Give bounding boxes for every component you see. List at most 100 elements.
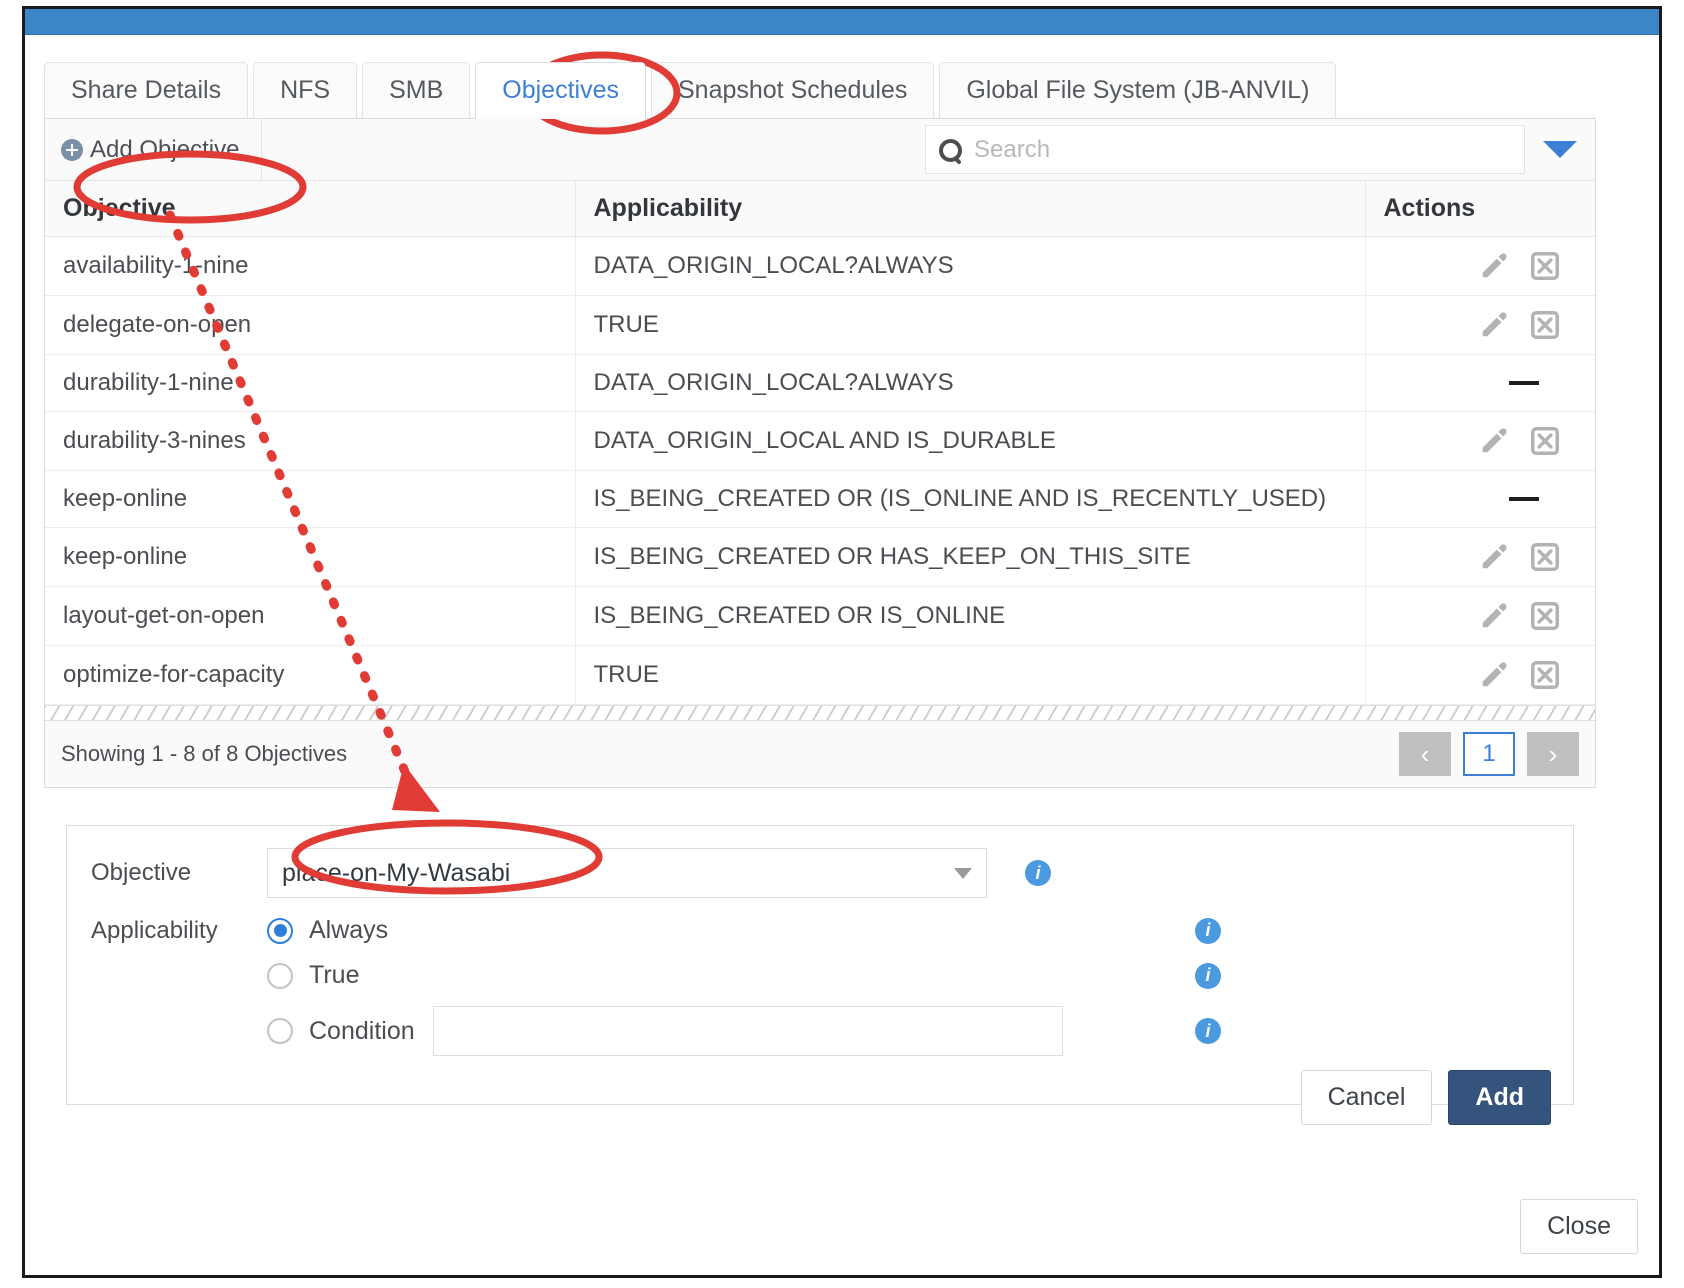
- cell-objective: layout-get-on-open: [45, 586, 576, 646]
- search-icon: [938, 138, 962, 162]
- edit-pencil-icon[interactable]: [1479, 426, 1509, 456]
- cell-actions: [1365, 586, 1595, 646]
- cell-actions: [1365, 470, 1595, 528]
- cell-objective: keep-online: [45, 470, 576, 528]
- add-objective-button[interactable]: Add Objective: [45, 119, 263, 180]
- filter-dropdown-button[interactable]: [1525, 119, 1595, 180]
- pagination-next-button[interactable]: ›: [1527, 732, 1579, 776]
- info-icon-condition[interactable]: i: [1195, 1018, 1221, 1044]
- add-button[interactable]: Add: [1448, 1070, 1551, 1125]
- close-button[interactable]: Close: [1520, 1199, 1638, 1254]
- objectives-table: Objective Applicability Actions availabi…: [45, 181, 1595, 705]
- table-row[interactable]: layout-get-on-open IS_BEING_CREATED OR IS…: [45, 586, 1595, 646]
- cell-actions: [1365, 645, 1595, 705]
- radio-condition[interactable]: [267, 1018, 293, 1044]
- chevron-down-icon: [1543, 141, 1577, 158]
- condition-input[interactable]: [432, 1006, 1063, 1056]
- chevron-down-icon: [954, 867, 972, 879]
- table-row[interactable]: keep-online IS_BEING_CREATED OR HAS_KEEP_…: [45, 527, 1595, 587]
- cell-objective: availability-1-nine: [45, 236, 576, 296]
- pagination-page-1[interactable]: 1: [1463, 732, 1515, 776]
- edit-pencil-icon[interactable]: [1479, 601, 1509, 631]
- edit-pencil-icon[interactable]: [1479, 660, 1509, 690]
- applicability-field-label: Applicability: [91, 916, 218, 944]
- screenshot-root: Share Details NFS SMB Objectives Snapsho…: [0, 0, 1684, 1288]
- cell-applicability: TRUE: [575, 295, 1366, 355]
- cell-actions: [1365, 527, 1595, 587]
- cell-applicability: DATA_ORIGIN_LOCAL AND IS_DURABLE: [575, 411, 1366, 471]
- no-actions-dash: [1509, 381, 1539, 385]
- cell-actions: [1365, 236, 1595, 296]
- delete-x-icon[interactable]: [1531, 311, 1559, 339]
- dialog-title-bar: [25, 9, 1659, 35]
- cell-objective: keep-online: [45, 527, 576, 587]
- cell-actions: [1365, 411, 1595, 471]
- cell-objective: durability-3-nines: [45, 411, 576, 471]
- table-row[interactable]: optimize-for-capacity TRUE: [45, 645, 1595, 705]
- cell-applicability: IS_BEING_CREATED OR (IS_ONLINE AND IS_RE…: [575, 470, 1366, 528]
- cell-actions: [1365, 354, 1595, 412]
- add-objective-form: Objective place-on-My-Wasabi i Applicabi…: [66, 825, 1574, 1125]
- tab-global-file-system[interactable]: Global File System (JB-ANVIL): [939, 62, 1337, 118]
- info-icon-always[interactable]: i: [1195, 917, 1221, 944]
- cell-objective: durability-1-nine: [45, 354, 576, 412]
- pagination-prev-button[interactable]: ‹: [1399, 732, 1451, 776]
- tab-bar: Share Details NFS SMB Objectives Snapsho…: [44, 55, 1596, 119]
- delete-x-icon[interactable]: [1531, 661, 1559, 689]
- tab-nfs[interactable]: NFS: [253, 62, 358, 118]
- edit-pencil-icon[interactable]: [1479, 251, 1509, 281]
- cell-applicability: DATA_ORIGIN_LOCAL?ALWAYS: [575, 354, 1366, 412]
- cell-applicability: TRUE: [575, 645, 1366, 705]
- radio-always[interactable]: [267, 917, 293, 944]
- table-row[interactable]: durability-3-nines DATA_ORIGIN_LOCAL AND …: [45, 411, 1595, 471]
- showing-count-label: Showing 1 - 8 of 8 Objectives: [61, 741, 348, 766]
- table-row[interactable]: availability-1-nine DATA_ORIGIN_LOCAL?ALW…: [45, 236, 1595, 296]
- delete-x-icon[interactable]: [1531, 543, 1559, 571]
- cell-objective: optimize-for-capacity: [45, 645, 576, 705]
- delete-x-icon[interactable]: [1531, 602, 1559, 630]
- form-action-buttons: Cancel Add: [67, 1070, 1573, 1125]
- edit-pencil-icon[interactable]: [1479, 310, 1509, 340]
- column-header-actions: Actions: [1365, 181, 1595, 237]
- horizontal-scroll-strip[interactable]: [45, 705, 1595, 721]
- column-header-applicability: Applicability: [575, 181, 1366, 237]
- table-row[interactable]: durability-1-nine DATA_ORIGIN_LOCAL?ALWAY…: [45, 354, 1595, 412]
- radio-true[interactable]: [267, 962, 293, 989]
- tab-share-details[interactable]: Share Details: [44, 62, 249, 118]
- delete-x-icon[interactable]: [1531, 252, 1559, 280]
- table-toolbar: Add Objective: [45, 119, 1595, 181]
- search-box[interactable]: [925, 125, 1525, 174]
- tab-objectives[interactable]: Objectives: [475, 62, 646, 119]
- objective-field-label: Objective: [91, 859, 192, 886]
- cell-objective: delegate-on-open: [45, 295, 576, 355]
- pagination: ‹ 1 ›: [1399, 732, 1579, 776]
- search-input[interactable]: [972, 134, 1512, 165]
- tab-smb[interactable]: SMB: [362, 62, 471, 118]
- objectives-panel: Add Objective Objective Applicability Ac…: [44, 118, 1596, 788]
- plus-circle-icon: [61, 138, 83, 161]
- objective-select[interactable]: place-on-My-Wasabi: [267, 848, 987, 898]
- cancel-button[interactable]: Cancel: [1300, 1070, 1433, 1125]
- table-footer: Showing 1 - 8 of 8 Objectives ‹ 1 ›: [45, 721, 1595, 787]
- radio-condition-label: Condition: [309, 1016, 415, 1045]
- no-actions-dash: [1509, 497, 1539, 501]
- cell-applicability: IS_BEING_CREATED OR HAS_KEEP_ON_THIS_SIT…: [575, 527, 1366, 587]
- cell-actions: [1365, 295, 1595, 355]
- objective-select-value: place-on-My-Wasabi: [282, 858, 511, 887]
- info-icon-true[interactable]: i: [1195, 962, 1221, 989]
- tab-snapshot-schedules[interactable]: Snapshot Schedules: [650, 62, 935, 118]
- table-row[interactable]: delegate-on-open TRUE: [45, 295, 1595, 355]
- radio-always-label: Always: [309, 916, 389, 944]
- cell-applicability: IS_BEING_CREATED OR IS_ONLINE: [575, 586, 1366, 646]
- radio-true-label: True: [309, 961, 360, 989]
- table-body: availability-1-nine DATA_ORIGIN_LOCAL?ALW…: [45, 236, 1595, 705]
- table-row[interactable]: keep-online IS_BEING_CREATED OR (IS_ONLIN…: [45, 470, 1595, 528]
- delete-x-icon[interactable]: [1531, 427, 1559, 455]
- add-objective-label: Add Objective: [90, 135, 240, 163]
- info-icon-objective[interactable]: i: [1025, 860, 1051, 886]
- cell-applicability: DATA_ORIGIN_LOCAL?ALWAYS: [575, 236, 1366, 296]
- table-header-row: Objective Applicability Actions: [45, 181, 1595, 237]
- column-header-objective: Objective: [45, 181, 576, 237]
- edit-pencil-icon[interactable]: [1479, 542, 1509, 572]
